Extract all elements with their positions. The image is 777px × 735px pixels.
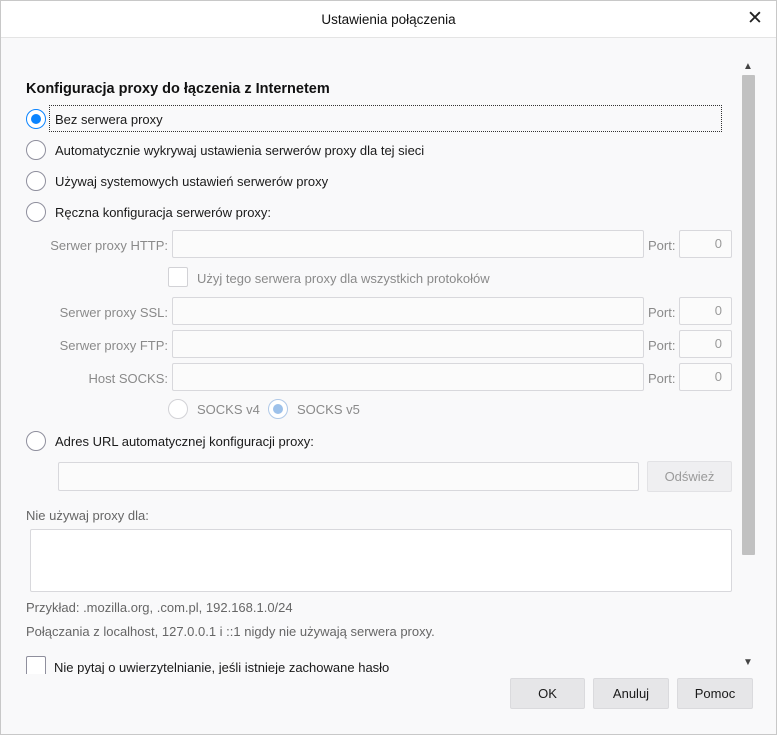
radio-no-proxy[interactable]: Bez serwera proxy [26, 109, 163, 129]
ftp-proxy-label: Serwer proxy FTP: [59, 338, 168, 353]
radio-button-socks-v5[interactable] [268, 399, 288, 419]
socks-port-input[interactable]: 0 [679, 363, 732, 391]
ftp-proxy-input[interactable] [172, 330, 644, 358]
radio-label-no-proxy: Bez serwera proxy [55, 111, 163, 127]
radio-label-manual-proxy: Ręczna konfiguracja serwerów proxy: [55, 204, 272, 220]
ftp-port-input[interactable]: 0 [679, 330, 732, 358]
auth-prompt-label: Nie pytaj o uwierzytelnianie, jeśli istn… [54, 660, 390, 674]
cancel-button[interactable]: Anuluj [593, 678, 669, 709]
radio-button-socks-v4[interactable] [168, 399, 188, 419]
socks-v5-option[interactable]: SOCKS v5 [268, 399, 360, 419]
ssl-port-input[interactable]: 0 [679, 297, 732, 325]
socks-v4-option[interactable]: SOCKS v4 [168, 399, 260, 419]
connection-settings-dialog: Ustawienia połączenia ✕ Konfiguracja pro… [0, 0, 777, 735]
close-icon[interactable]: ✕ [744, 8, 766, 30]
http-port-label: Port: [648, 238, 676, 253]
radio-manual-proxy[interactable]: Ręczna konfiguracja serwerów proxy: [26, 202, 271, 222]
radio-auto-detect[interactable]: Automatycznie wykrywaj ustawienia serwer… [26, 140, 424, 160]
radio-button-auto-detect[interactable] [26, 140, 46, 160]
ssl-proxy-input[interactable] [172, 297, 644, 325]
socks-host-input[interactable] [172, 363, 644, 391]
radio-button-system-proxy[interactable] [26, 171, 46, 191]
title-bar: Ustawienia połączenia ✕ [1, 1, 776, 38]
localhost-note: Połączania z localhost, 127.0.0.1 i ::1 … [26, 624, 435, 639]
share-proxy-label: Użyj tego serwera proxy dla wszystkich p… [197, 271, 490, 286]
radio-auto-url[interactable]: Adres URL automatycznej konfiguracji pro… [26, 431, 314, 451]
http-port-input[interactable]: 0 [679, 230, 732, 258]
dialog-content: Konfiguracja proxy do łączenia z Interne… [1, 38, 739, 674]
socks-host-label: Host SOCKS: [88, 371, 168, 386]
socks-v5-label: SOCKS v5 [297, 401, 360, 417]
radio-button-no-proxy[interactable] [26, 109, 46, 129]
vertical-scrollbar[interactable]: ▲ ▼ [739, 58, 757, 672]
socks-v4-label: SOCKS v4 [197, 401, 260, 417]
no-proxy-for-label: Nie używaj proxy dla: [26, 508, 149, 523]
reload-button[interactable]: Odśwież [647, 461, 732, 492]
radio-label-auto-url: Adres URL automatycznej konfiguracji pro… [55, 433, 314, 449]
radio-button-auto-url[interactable] [26, 431, 46, 451]
scroll-down-icon[interactable]: ▼ [742, 656, 754, 670]
radio-system-proxy[interactable]: Używaj systemowych ustawień serwerów pro… [26, 171, 328, 191]
ssl-proxy-label: Serwer proxy SSL: [59, 305, 168, 320]
radio-label-auto-detect: Automatycznie wykrywaj ustawienia serwer… [55, 142, 425, 158]
dialog-title: Ustawienia połączenia [321, 12, 456, 27]
radio-button-manual-proxy[interactable] [26, 202, 46, 222]
http-proxy-label: Serwer proxy HTTP: [50, 238, 168, 253]
ftp-port-label: Port: [648, 338, 676, 353]
no-proxy-for-textarea[interactable] [30, 529, 732, 592]
scroll-up-icon[interactable]: ▲ [742, 60, 754, 74]
section-heading: Konfiguracja proxy do łączenia z Interne… [26, 81, 330, 97]
socks-port-label: Port: [648, 371, 676, 386]
auto-config-url-input[interactable] [58, 462, 639, 491]
scrollbar-thumb[interactable] [742, 75, 755, 555]
ok-button[interactable]: OK [510, 678, 585, 709]
http-proxy-input[interactable] [172, 230, 644, 258]
auth-prompt-checkbox[interactable] [26, 656, 46, 674]
radio-label-system-proxy: Używaj systemowych ustawień serwerów pro… [55, 173, 329, 189]
ssl-port-label: Port: [648, 305, 676, 320]
no-proxy-example: Przykład: .mozilla.org, .com.pl, 192.168… [26, 600, 293, 615]
help-button[interactable]: Pomoc [677, 678, 753, 709]
share-proxy-checkbox[interactable] [168, 267, 188, 287]
